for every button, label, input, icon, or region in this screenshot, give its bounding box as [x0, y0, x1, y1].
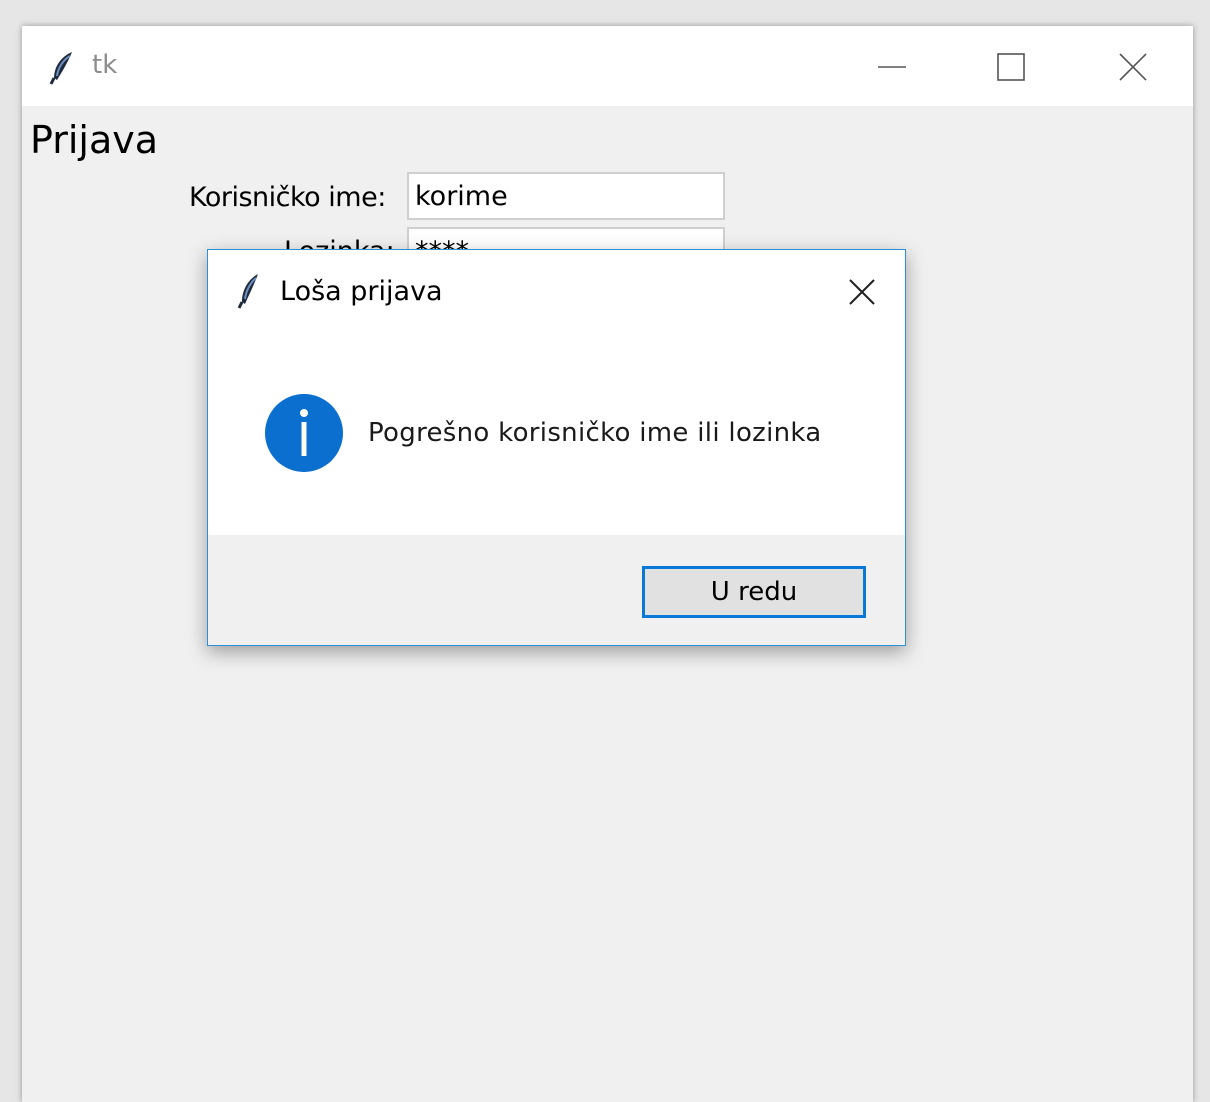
username-input[interactable]	[407, 172, 725, 220]
feather-icon	[236, 272, 264, 310]
page-title: Prijava	[30, 118, 159, 162]
window-titlebar[interactable]: tk	[22, 26, 1193, 106]
ok-button[interactable]: U redu	[642, 566, 866, 618]
minimize-icon[interactable]	[873, 48, 911, 86]
feather-icon	[48, 50, 78, 86]
dialog-footer: U redu	[208, 535, 905, 645]
error-dialog: Loša prijava Pogrešno korisničko ime ili…	[207, 249, 906, 646]
window-title: tk	[92, 50, 118, 80]
maximize-icon[interactable]	[992, 48, 1030, 86]
dialog-title: Loša prijava	[280, 276, 443, 307]
close-icon[interactable]	[1114, 48, 1152, 86]
info-icon	[264, 393, 344, 473]
dialog-close-icon[interactable]	[842, 272, 882, 312]
dialog-message: Pogrešno korisničko ime ili lozinka	[368, 418, 822, 448]
username-label: Korisničko ime:	[189, 182, 386, 213]
